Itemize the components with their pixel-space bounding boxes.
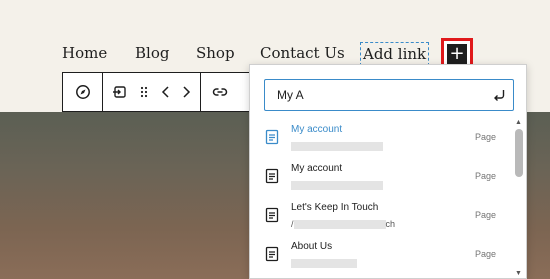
search-result-item[interactable]: My account Page <box>250 119 514 158</box>
nav-item-blog[interactable]: Blog <box>135 44 169 62</box>
result-title: Let's Keep In Touch <box>291 202 379 213</box>
block-toolbar <box>62 72 262 112</box>
result-title: My account <box>291 124 343 135</box>
page-icon <box>265 168 279 184</box>
result-title: My account <box>291 163 343 174</box>
result-url <box>291 258 357 269</box>
result-type: Page <box>475 249 497 259</box>
move-right-icon[interactable] <box>178 73 194 111</box>
submit-return-icon[interactable] <box>491 87 507 103</box>
scrollbar-thumb[interactable] <box>515 129 523 177</box>
result-url <box>291 180 383 191</box>
nav-item-contact[interactable]: Contact Us <box>260 44 345 62</box>
result-url: / ch <box>291 219 396 230</box>
page-icon <box>265 129 279 145</box>
scroll-up-icon[interactable]: ▲ <box>515 119 522 127</box>
page-icon <box>265 246 279 262</box>
nav-item-home[interactable]: Home <box>62 44 107 62</box>
link-icon[interactable] <box>207 73 233 111</box>
result-type: Page <box>475 210 497 220</box>
result-title: About Us <box>291 241 333 252</box>
submenu-icon[interactable] <box>109 73 131 111</box>
result-url <box>291 141 383 152</box>
drag-handle-icon[interactable] <box>135 73 153 111</box>
search-result-item[interactable]: Let's Keep In Touch / ch Page <box>250 197 514 236</box>
search-result-item[interactable]: About Us Page <box>250 236 514 275</box>
search-result-item[interactable]: My account Page <box>250 158 514 197</box>
results-scrollbar[interactable]: ▲ ▼ <box>514 119 524 278</box>
add-block-button[interactable]: + <box>447 44 467 64</box>
compass-icon[interactable] <box>70 73 96 111</box>
move-left-icon[interactable] <box>158 73 174 111</box>
nav-item-shop[interactable]: Shop <box>196 44 235 62</box>
result-type: Page <box>475 171 497 181</box>
link-search-field <box>264 79 514 111</box>
scroll-down-icon[interactable]: ▼ <box>515 270 522 278</box>
link-control-popover: My account Page My account Page Let's Ke… <box>249 64 527 279</box>
link-search-input[interactable] <box>265 80 485 110</box>
page-icon <box>265 207 279 223</box>
add-link-item[interactable]: Add link <box>360 42 430 66</box>
result-type: Page <box>475 132 497 142</box>
